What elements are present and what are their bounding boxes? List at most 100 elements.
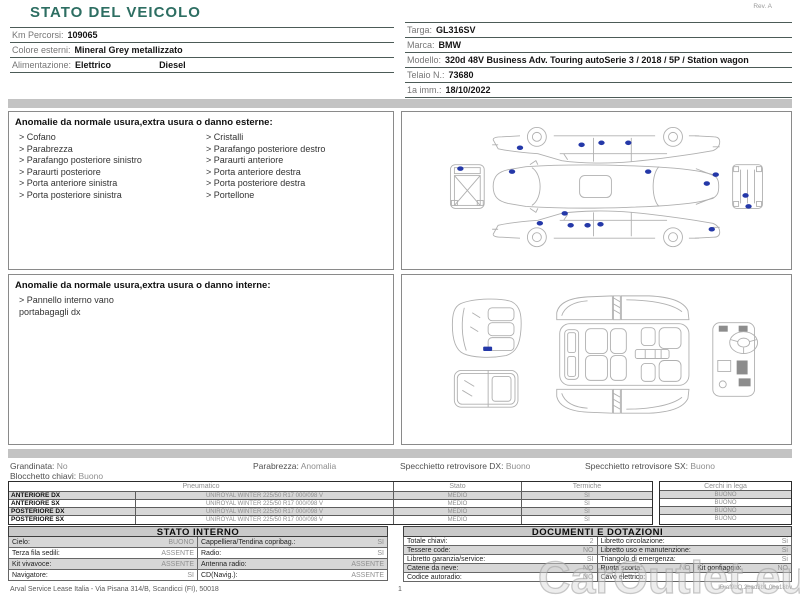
anomaly-item: > Porta anteriore sinistra	[19, 178, 118, 188]
field-label: Radio:	[201, 550, 222, 557]
header-field-row: Modello: 320d 48V Business Adv. Touring a…	[405, 53, 792, 68]
summary-item: Parabrezza: Anomalia	[253, 461, 400, 471]
external-anomalies-column-1: > Cofano > Parabrezza > Parafango posterio…	[19, 132, 206, 201]
field-label: Libretto uso e manutenzione:	[600, 547, 691, 554]
field-label: Kit vivavoce:	[12, 561, 52, 568]
anomaly-item: > Paraurti anteriore	[206, 155, 284, 165]
tire-term: SI	[584, 509, 590, 515]
field-value: BUONO	[168, 539, 194, 546]
kv-row: Tessere code: NO Libretto uso e manutenzio…	[404, 546, 791, 555]
anomaly-item: > Porta posteriore destra	[206, 178, 306, 188]
interior-damage-diagram	[451, 295, 758, 414]
exterior-damage-diagram	[449, 126, 763, 248]
tire-row: ANTERIORE SX UNIROYAL WINTER 225/50 R17 0…	[9, 500, 652, 508]
field-label: Targa:	[407, 25, 433, 35]
header-field-row: Marca: BMW	[405, 38, 792, 53]
tire-row: POSTERIORE SX UNIROYAL WINTER 225/50 R17 …	[9, 516, 652, 524]
kv-row: Catene da neve: NO Ruota scorta: NO Kit gonf…	[404, 564, 791, 573]
interior-damage-diagram-box	[401, 274, 792, 445]
section-divider-bar	[8, 99, 792, 108]
field-value: GL316SV	[436, 25, 476, 35]
kv-cell: Libretto circolazione: Si	[598, 537, 792, 545]
kv-cell: Terza fila sedili: ASSENTE	[9, 548, 198, 558]
interior-status-title: STATO INTERNO	[8, 526, 388, 538]
external-anomalies-box: Anomalie da normale usura,extra usura o …	[8, 111, 394, 270]
field-label: Libretto circolazione:	[600, 538, 665, 545]
damage-marker	[625, 140, 632, 146]
field-value: BMW	[438, 40, 462, 50]
tire-row: ANTERIORE DX UNIROYAL WINTER 225/50 R17 0…	[9, 492, 652, 500]
field-value: NO	[583, 565, 594, 572]
damage-marker	[516, 145, 524, 151]
damage-marker	[745, 204, 752, 209]
field-value: Si	[781, 556, 788, 563]
kv-cell: Radio: SI	[198, 548, 387, 558]
header-field-row: Colore esterni: Mineral Grey metallizzato	[10, 43, 394, 58]
car-rear-view	[732, 164, 763, 209]
field-value: ASSENTE	[351, 561, 384, 568]
damage-marker	[483, 346, 493, 352]
field-value: NO	[583, 574, 594, 581]
header-field-row: 1a imm.: 18/10/2022	[405, 83, 792, 98]
tire-term: SI	[584, 517, 590, 523]
car-top-view	[492, 160, 720, 214]
field-label: Codice autoradio:	[407, 574, 462, 581]
anomaly-item: > Parafango posteriore destro	[206, 143, 326, 154]
col-header-cerchi: Cerchi in lega	[660, 482, 791, 491]
summary-item: Specchietto retrovisore SX: Buono	[585, 461, 715, 471]
summary-item: Grandinata: No	[10, 461, 253, 471]
anomaly-item: > Portellone	[206, 189, 255, 200]
exterior-damage-diagram-box	[401, 111, 792, 270]
kv-row: Terza fila sedili: ASSENTE Radio: SI	[9, 548, 387, 559]
kv-row: Kit vivavoce: ASSENTE Antenna radio: ASSENT…	[9, 559, 387, 570]
kv-cell: Antenna radio: ASSENTE	[198, 559, 387, 569]
kv-row: Navigatore: SI CD(Navig.): ASSENTE	[9, 570, 387, 581]
field-value: 320d 48V Business Adv. Touring autoSerie…	[445, 55, 749, 65]
vehicle-summary-right: Targa: GL316SV Marca: BMW Modello: 320d 48V B…	[405, 22, 792, 98]
damage-marker	[644, 169, 652, 174]
tire-term: SI	[584, 501, 590, 507]
tire-term: SI	[584, 493, 590, 499]
field-value: ASSENTE	[351, 572, 384, 579]
header-field-row: Km Percorsi: 109065	[10, 28, 394, 43]
summary-item: Blocchetto chiavi: Buono	[10, 471, 103, 481]
summary-label: Grandinata:	[10, 461, 57, 471]
vehicle-summary-left: Km Percorsi: 109065 Colore esterni: Mineral…	[10, 27, 394, 73]
field-label: Tessere code:	[407, 547, 451, 554]
section-divider-bar	[8, 449, 792, 458]
wheel-condition: BUONO	[660, 507, 791, 515]
dashboard-view	[712, 322, 758, 397]
damage-marker	[457, 166, 464, 171]
kv-cell: Codice autoradio: NO	[404, 573, 598, 581]
tire-table-header: Pneumatico Stato Termiche	[9, 482, 652, 492]
header-field-row: Targa: GL316SV	[405, 23, 792, 38]
col-header-pneumatico: Pneumatico	[9, 482, 394, 491]
damage-marker	[708, 226, 715, 232]
wheel-condition: BUONO	[660, 491, 791, 499]
col-header-stato: Stato	[394, 482, 522, 491]
field-value: SI	[187, 572, 194, 579]
damage-marker	[712, 172, 719, 177]
kv-cell: Kit vivavoce: ASSENTE	[9, 559, 198, 569]
field-value: 2	[589, 538, 594, 545]
field-value: Elettrico	[75, 60, 112, 70]
field-label: Cappelliera/Tendina copribag.:	[201, 539, 296, 546]
kv-row: Codice autoradio: NO Cavo elettrico:	[404, 573, 791, 582]
wheel-condition: BUONO	[714, 516, 737, 522]
tire-stato: MEDIO	[394, 500, 522, 507]
external-anomalies-column-2: > Cristalli > Parafango posteriore destro…	[206, 132, 393, 201]
field-value: 109065	[67, 30, 98, 40]
tire-zona: ANTERIORE SX	[9, 500, 136, 507]
field-label: Cielo:	[12, 539, 30, 546]
damage-marker	[578, 142, 585, 148]
kv-cell: Tessere code: NO	[404, 546, 598, 554]
damage-marker	[597, 221, 604, 227]
damage-marker	[508, 169, 516, 174]
anomaly-item: > Pannello interno vano portabagagli dx	[19, 295, 114, 317]
kv-row: Totale chiavi: 2 Libretto circolazione: Si	[404, 537, 791, 546]
field-label: Kit gonfiaggio:	[697, 565, 742, 572]
field-label: Alimentazione:	[12, 60, 72, 70]
footer-page-number: 1	[398, 586, 402, 593]
field-label: Antenna radio:	[201, 561, 247, 568]
kv-cell: Libretto garanzia/service: SI	[404, 555, 598, 563]
